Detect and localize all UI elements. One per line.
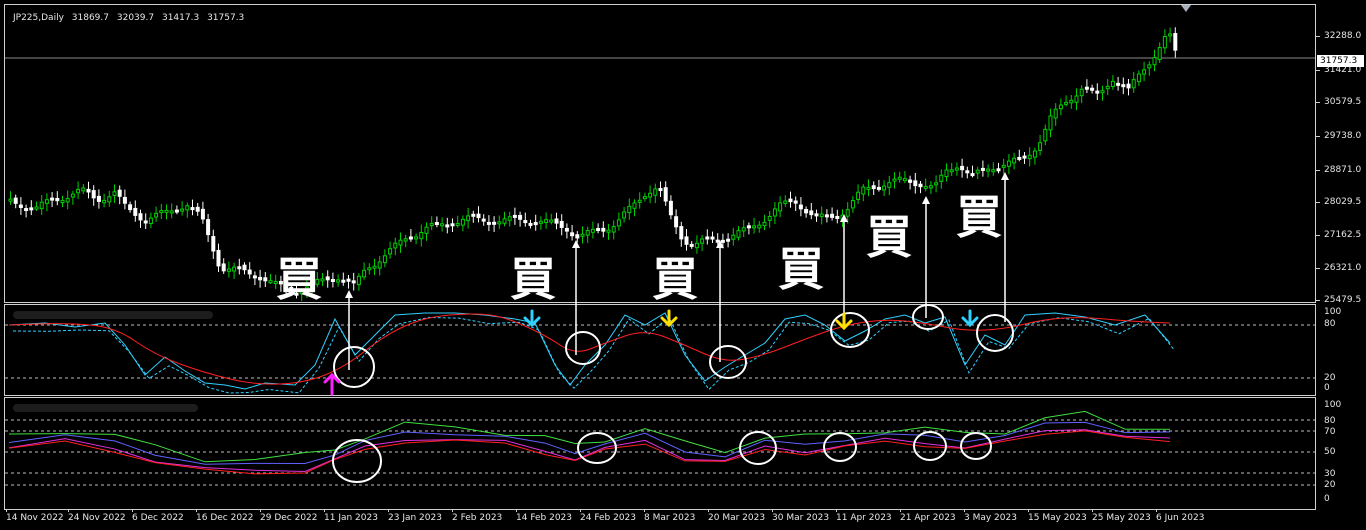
buy-arrow-head-icon (840, 214, 848, 222)
buy-label: 買 (956, 190, 1002, 244)
highlight-circle (830, 312, 870, 348)
buy-arrow-head-icon (716, 240, 724, 248)
buy-label: 買 (276, 252, 322, 306)
highlight-circle (976, 314, 1014, 352)
highlight-circle (577, 432, 617, 464)
highlight-circle (332, 439, 382, 483)
buy-label: 買 (778, 242, 824, 296)
highlight-circle (739, 431, 777, 465)
buy-arrow-head-icon (1001, 172, 1009, 180)
highlight-circle (823, 432, 857, 462)
buy-arrow-head-icon (572, 240, 580, 248)
trading-terminal: JP225,Daily 31869.7 32039.7 31417.3 3175… (0, 0, 1366, 530)
signal-down-arrow-icon (961, 309, 979, 328)
highlight-circle (709, 345, 747, 379)
highlight-circle (960, 432, 992, 460)
buy-label: 買 (510, 252, 556, 306)
buy-arrow-head-icon (345, 290, 353, 298)
signal-down-arrow-icon (523, 309, 541, 328)
highlight-circle (913, 431, 947, 461)
highlight-circle (565, 331, 601, 365)
buy-arrow-head-icon (922, 196, 930, 204)
highlight-circle (912, 304, 944, 330)
annotation-overlay: 買買買買買買 (276, 172, 1014, 483)
signal-up-arrow-icon (323, 372, 341, 396)
buy-label: 買 (652, 252, 698, 306)
signal-down-arrow-icon (660, 309, 678, 328)
buy-label: 買 (866, 210, 912, 264)
